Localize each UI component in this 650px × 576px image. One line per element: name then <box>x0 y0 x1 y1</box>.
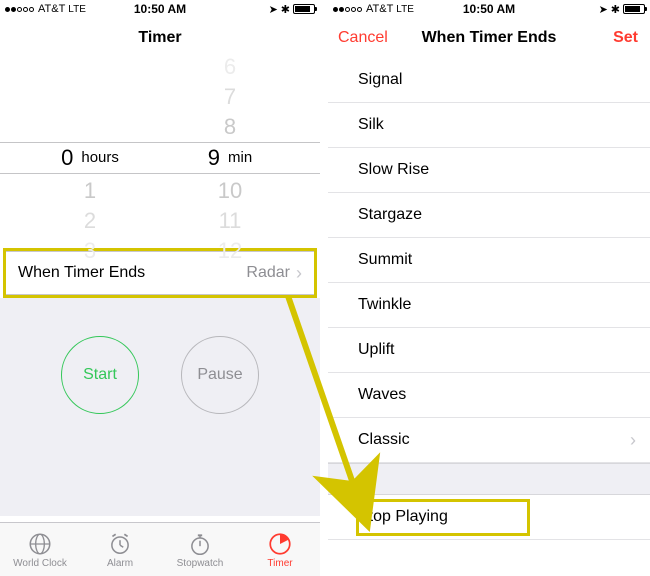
timer-icon <box>267 531 293 557</box>
carrier-label: AT&T <box>38 3 65 15</box>
sound-option[interactable]: Signal <box>328 58 650 103</box>
network-label: LTE <box>396 4 414 15</box>
hours-column[interactable]: 0 hours 1 2 3 <box>20 58 160 248</box>
carrier-label: AT&T <box>366 3 393 15</box>
when-timer-ends-value: Radar <box>246 264 290 282</box>
set-button[interactable]: Set <box>613 29 638 47</box>
stop-playing-option[interactable]: Stop Playing <box>328 495 650 540</box>
location-icon: ➤ <box>269 3 278 16</box>
canvas: AT&T LTE 10:50 AM ➤ ✱ Timer 0 <box>0 0 650 576</box>
phone-timer: AT&T LTE 10:50 AM ➤ ✱ Timer 0 <box>0 0 320 576</box>
classic-option[interactable]: Classic › <box>328 418 650 463</box>
minutes-value: 9 <box>208 142 220 174</box>
sound-option[interactable]: Twinkle <box>328 283 650 328</box>
bluetooth-icon: ✱ <box>281 3 290 16</box>
controls-area: Start Pause <box>0 298 320 516</box>
stopwatch-icon <box>187 531 213 557</box>
sound-option[interactable]: Waves <box>328 373 650 418</box>
status-time: 10:50 AM <box>134 2 186 16</box>
battery-icon <box>293 4 315 14</box>
minutes-unit: min <box>228 142 252 174</box>
duration-picker[interactable]: 0 hours 1 2 3 6 7 8 9 min <box>0 58 320 248</box>
signal-dots-icon <box>5 7 34 12</box>
hours-value: 0 <box>61 142 73 174</box>
sound-option[interactable]: Uplift <box>328 328 650 373</box>
chevron-right-icon: › <box>630 430 636 451</box>
battery-icon <box>623 4 645 14</box>
tab-timer[interactable]: Timer <box>240 523 320 576</box>
alarm-icon <box>107 531 133 557</box>
phone-sound-picker: AT&T LTE 10:50 AM ➤ ✱ Cancel When Timer … <box>328 0 650 576</box>
sound-option[interactable]: Slow Rise <box>328 148 650 193</box>
page-title: When Timer Ends <box>422 29 557 47</box>
globe-icon <box>27 531 53 557</box>
tab-alarm[interactable]: Alarm <box>80 523 160 576</box>
sound-option[interactable]: Stargaze <box>328 193 650 238</box>
stop-playing-section: Stop Playing <box>328 495 650 540</box>
list-spacer <box>328 463 650 495</box>
when-timer-ends-label: When Timer Ends <box>18 264 246 282</box>
tab-world-clock[interactable]: World Clock <box>0 523 80 576</box>
sound-option[interactable]: Silk <box>328 103 650 148</box>
status-time: 10:50 AM <box>463 2 515 16</box>
minutes-column[interactable]: 6 7 8 9 min 10 11 12 <box>160 58 300 248</box>
page-title: Timer <box>138 29 181 47</box>
tab-stopwatch[interactable]: Stopwatch <box>160 523 240 576</box>
cancel-button[interactable]: Cancel <box>338 29 388 47</box>
tab-bar: World Clock Alarm Stopwatch Timer <box>0 522 320 576</box>
sound-option[interactable]: Summit <box>328 238 650 283</box>
network-label: LTE <box>68 4 86 15</box>
nav-bar: Cancel When Timer Ends Set <box>328 18 650 58</box>
status-bar: AT&T LTE 10:50 AM ➤ ✱ <box>0 0 320 18</box>
status-bar: AT&T LTE 10:50 AM ➤ ✱ <box>328 0 650 18</box>
start-button[interactable]: Start <box>61 336 139 414</box>
signal-dots-icon <box>333 7 362 12</box>
hours-unit: hours <box>81 142 119 174</box>
pause-button[interactable]: Pause <box>181 336 259 414</box>
location-icon: ➤ <box>599 3 608 16</box>
sound-list[interactable]: Signal Silk Slow Rise Stargaze Summit Tw… <box>328 58 650 463</box>
bluetooth-icon: ✱ <box>611 3 620 16</box>
